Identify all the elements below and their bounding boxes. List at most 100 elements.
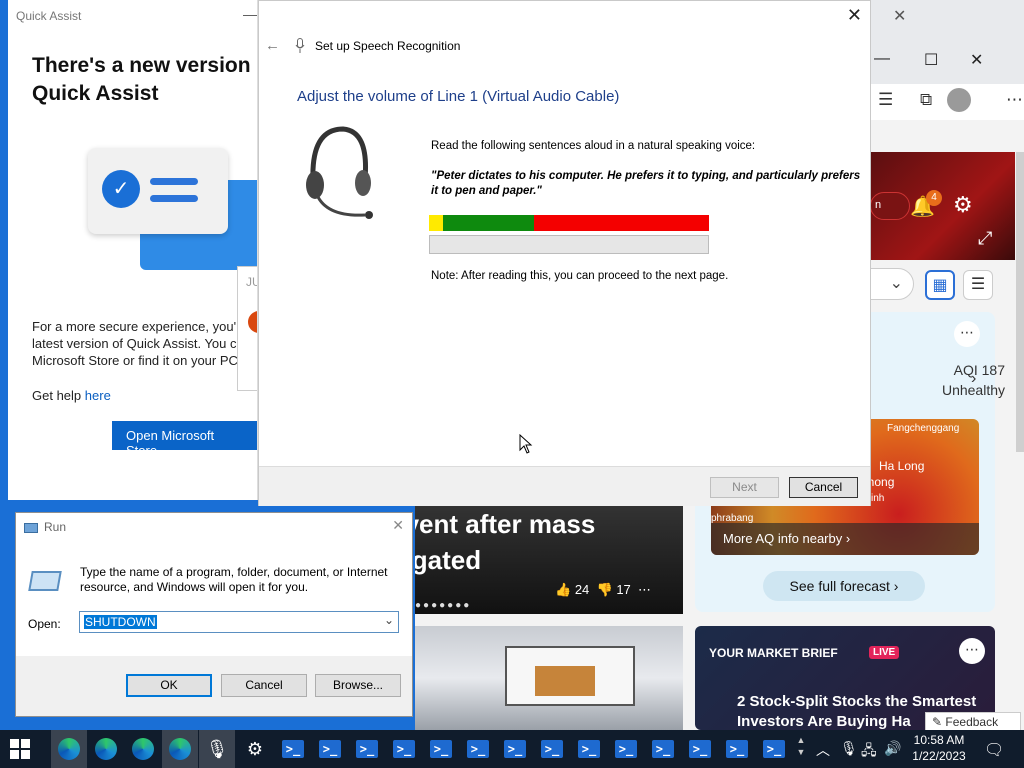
headset-icon — [306, 126, 373, 219]
list-view-icon[interactable]: ☰ — [963, 270, 993, 300]
close-icon[interactable]: ✕ — [970, 50, 983, 70]
wizard-note: Note: After reading this, you can procee… — [431, 270, 729, 282]
taskbar-powershell[interactable]: >_ — [534, 730, 570, 768]
favorites-icon[interactable]: ☰ — [878, 90, 893, 110]
taskbar-clock[interactable]: 10:58 AM 1/22/2023 — [902, 732, 976, 764]
taskbar-powershell[interactable]: >_ — [275, 730, 311, 768]
grid-view-icon[interactable]: ▦ — [925, 270, 955, 300]
carousel-dots[interactable]: ●●●●●●● — [415, 600, 471, 611]
close-icon[interactable]: ✕ — [847, 5, 862, 26]
edge-icon — [58, 738, 80, 760]
maximize-icon[interactable]: ☐ — [924, 50, 938, 70]
map-label: Ha Long — [879, 459, 925, 473]
taskbar-powershell[interactable]: >_ — [645, 730, 681, 768]
more-options-icon[interactable]: ⋯ — [959, 638, 985, 664]
feedback-button[interactable]: ✎ Feedback — [925, 712, 1021, 730]
ok-button[interactable]: OK — [126, 674, 212, 697]
powershell-icon: >_ — [541, 740, 563, 758]
map-label: Fangchenggang — [887, 423, 960, 434]
taskbar-powershell[interactable]: >_ — [349, 730, 385, 768]
wizard-heading: Adjust the volume of Line 1 (Virtual Aud… — [297, 88, 620, 105]
meter-low-zone — [429, 215, 443, 231]
taskbar: 🎙 ⚙ >_ >_ >_ >_ >_ >_ >_ >_ >_ >_ >_ >_ … — [0, 730, 1024, 768]
edge-window-controls: — ☐ ✕ — [870, 40, 1024, 84]
aqi-readout[interactable]: AQI 187 Unhealthy — [895, 360, 1005, 400]
edge-icon — [169, 738, 191, 760]
news-headline: o event after mass estigated — [415, 509, 596, 575]
taskbar-powershell[interactable]: >_ — [719, 730, 755, 768]
like-count[interactable]: 24 — [575, 582, 589, 597]
app-icon — [248, 311, 257, 333]
volume-icon[interactable]: 🔊 — [884, 740, 901, 757]
open-microsoft-store-button[interactable]: Open Microsoft Store — [112, 421, 257, 458]
open-combobox[interactable]: SHUTDOWN ⌄ — [79, 611, 399, 633]
powershell-icon: >_ — [319, 740, 341, 758]
browse-button[interactable]: Browse... — [315, 674, 401, 697]
cancel-button[interactable]: Cancel — [789, 477, 858, 498]
more-aq-info-link[interactable]: More AQ info nearby › — [711, 523, 979, 555]
chevron-down-icon[interactable]: ⌄ — [384, 613, 394, 627]
get-help-link[interactable]: here — [85, 388, 111, 403]
taskbar-powershell[interactable]: >_ — [571, 730, 607, 768]
taskbar-edge[interactable] — [51, 730, 87, 768]
signin-pill[interactable]: n — [870, 192, 910, 220]
run-icon — [24, 522, 38, 533]
taskbar-powershell[interactable]: >_ — [756, 730, 792, 768]
taskbar-powershell[interactable]: >_ — [608, 730, 644, 768]
clock-time: 10:58 AM — [913, 733, 965, 747]
sample-sentence: "Peter dictates to his computer. He pref… — [431, 170, 861, 197]
profile-avatar[interactable] — [947, 88, 971, 112]
see-full-forecast-button[interactable]: See full forecast › — [763, 571, 925, 601]
taskbar-powershell[interactable]: >_ — [497, 730, 533, 768]
open-input-value[interactable]: SHUTDOWN — [84, 615, 157, 629]
powershell-icon: >_ — [652, 740, 674, 758]
dislike-count[interactable]: 17 — [616, 582, 630, 597]
speech-recognition-wizard: ✕ ← Set up Speech Recognition Adjust the… — [258, 0, 871, 506]
checkmark-icon: ✓ — [102, 170, 140, 208]
news-image-house[interactable] — [415, 626, 683, 730]
next-button[interactable]: Next — [710, 477, 779, 498]
settings-more-icon[interactable]: ⋯ — [1006, 90, 1023, 110]
news-reactions: 👍 24 👎 17 ⋯ — [555, 582, 652, 597]
taskbar-powershell[interactable]: >_ — [423, 730, 459, 768]
more-aq-info-label: More AQ info nearby — [723, 531, 843, 546]
show-hidden-icons-chevron[interactable]: ︿ — [816, 740, 830, 760]
get-help: Get help here — [32, 388, 111, 403]
feedback-label: Feedback — [945, 715, 999, 729]
taskbar-powershell[interactable]: >_ — [312, 730, 348, 768]
edge-icon — [95, 738, 117, 760]
taskbar-powershell[interactable]: >_ — [386, 730, 422, 768]
gear-icon[interactable]: ⚙ — [953, 192, 973, 218]
taskbar-edge[interactable] — [125, 730, 161, 768]
microphone-tray-icon[interactable]: 🎙 — [840, 740, 858, 757]
taskbar-edge[interactable] — [162, 730, 198, 768]
run-program-icon — [28, 571, 62, 591]
network-icon[interactable]: 🖧 — [861, 740, 877, 764]
notification-center-icon[interactable]: 🗨 — [984, 740, 1004, 760]
taskbar-settings[interactable]: ⚙ — [237, 730, 273, 768]
more-options-icon[interactable]: ⋯ — [954, 321, 980, 347]
taskbar-scroll-arrows[interactable]: ▲ ▼ — [794, 730, 808, 768]
back-arrow-icon[interactable]: ← — [265, 37, 280, 54]
powershell-icon: >_ — [467, 740, 489, 758]
cancel-button[interactable]: Cancel — [221, 674, 307, 697]
powershell-icon: >_ — [615, 740, 637, 758]
powershell-icon: >_ — [726, 740, 748, 758]
page-scrollbar[interactable] — [1016, 152, 1024, 452]
expand-icon[interactable]: ⤢ — [978, 228, 992, 249]
taskbar-powershell[interactable]: >_ — [460, 730, 496, 768]
powershell-icon: >_ — [689, 740, 711, 758]
close-icon[interactable]: ✕ — [392, 517, 404, 534]
chevron-right-icon[interactable]: › — [971, 370, 976, 388]
news-card[interactable]: o event after mass estigated 👍 24 👎 17 ⋯… — [415, 506, 683, 614]
taskbar-edge[interactable] — [88, 730, 124, 768]
minimize-icon[interactable]: — — [243, 6, 257, 22]
run-description: Type the name of a program, folder, docu… — [80, 565, 388, 594]
windows-start-icon[interactable] — [10, 739, 30, 759]
collections-icon[interactable]: ⧉ — [920, 90, 932, 110]
map-label: inh — [871, 493, 885, 504]
tab-close-icon[interactable]: ✕ — [893, 6, 906, 26]
taskbar-speech[interactable]: 🎙 — [199, 730, 235, 768]
taskbar-powershell[interactable]: >_ — [682, 730, 718, 768]
minimize-icon[interactable]: — — [874, 50, 890, 68]
